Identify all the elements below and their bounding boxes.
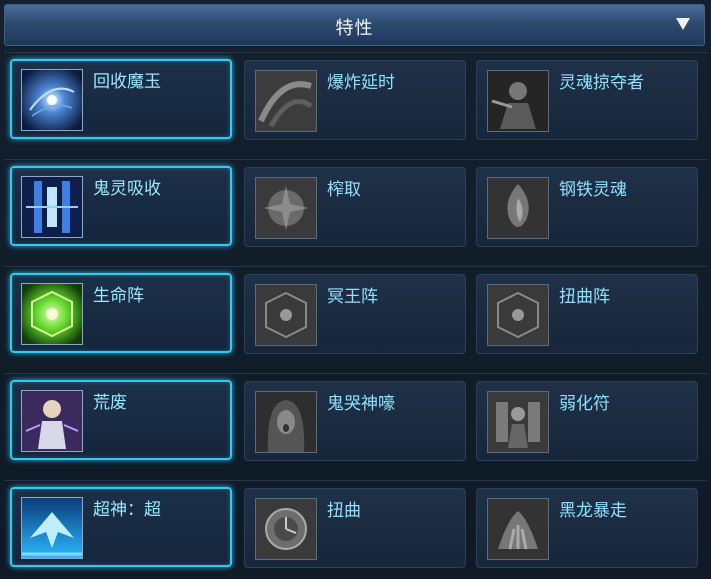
soul-pillars-icon [21, 176, 83, 238]
trait-card-super-god[interactable]: 超神：超 [10, 487, 232, 567]
trait-label: 生命阵 [93, 286, 144, 306]
trait-card-life-circle[interactable]: 生命阵 [10, 273, 232, 353]
trait-card-weeping-ghost[interactable]: 鬼哭神嚎 [244, 381, 466, 461]
spirit-flame-icon [487, 177, 549, 239]
trait-label: 超神：超 [93, 500, 161, 520]
weakening-seal-icon [487, 391, 549, 453]
energy-burst-icon [255, 177, 317, 239]
dragon-claw-icon [487, 498, 549, 560]
trait-label: 扭曲 [327, 501, 361, 521]
trait-row-4: 荒废 鬼哭神嚎 弱化符 [4, 373, 707, 468]
trait-card-weakening-seal[interactable]: 弱化符 [476, 381, 698, 461]
life-circle-icon [21, 283, 83, 345]
trait-card-extract[interactable]: 榨取 [244, 167, 466, 247]
trait-label: 扭曲阵 [559, 287, 610, 307]
trait-label: 黑龙暴走 [559, 501, 627, 521]
trait-label: 冥王阵 [327, 287, 378, 307]
trait-row-1: 回收魔玉 爆炸延时 灵魂掠夺者 [4, 52, 707, 147]
trait-panel: 特性 回收魔玉 爆炸延时 灵魂掠夺者 鬼灵吸收 榨取 钢铁灵魂 生命阵 冥王阵 … [0, 0, 711, 579]
trait-label: 鬼灵吸收 [93, 179, 161, 199]
trait-label: 爆炸延时 [327, 73, 395, 93]
trait-card-ghost-absorb[interactable]: 鬼灵吸收 [10, 166, 232, 246]
trait-label: 荒废 [93, 393, 127, 413]
trait-card-desolation[interactable]: 荒废 [10, 380, 232, 460]
trait-card-explosion-delay[interactable]: 爆炸延时 [244, 60, 466, 140]
galaxy-icon [21, 69, 83, 131]
clock-dial-icon [255, 498, 317, 560]
phoenix-icon [21, 497, 83, 559]
trait-card-twist[interactable]: 扭曲 [244, 488, 466, 568]
dropdown-title: 特性 [335, 18, 374, 39]
trait-label: 回收魔玉 [93, 72, 161, 92]
dropdown-arrow-icon[interactable] [676, 18, 690, 30]
trait-card-steel-soul[interactable]: 钢铁灵魂 [476, 167, 698, 247]
ninja-icon [487, 70, 549, 132]
trait-card-twist-circle[interactable]: 扭曲阵 [476, 274, 698, 354]
twist-circle-icon [487, 284, 549, 346]
trait-row-2: 鬼灵吸收 榨取 钢铁灵魂 [4, 159, 707, 254]
character-icon [21, 390, 83, 452]
swirl-icon [255, 70, 317, 132]
trait-label: 榨取 [327, 180, 361, 200]
trait-label: 鬼哭神嚎 [327, 394, 395, 414]
trait-card-pluto-circle[interactable]: 冥王阵 [244, 274, 466, 354]
trait-card-black-dragon[interactable]: 黑龙暴走 [476, 488, 698, 568]
trait-row-3: 生命阵 冥王阵 扭曲阵 [4, 266, 707, 361]
trait-card-soul-reaper[interactable]: 灵魂掠夺者 [476, 60, 698, 140]
trait-label: 灵魂掠夺者 [559, 73, 644, 93]
trait-dropdown[interactable]: 特性 [4, 4, 705, 46]
trait-card-recycle-jade[interactable]: 回收魔玉 [10, 59, 232, 139]
trait-row-5: 超神：超 扭曲 黑龙暴走 [4, 480, 707, 575]
pluto-circle-icon [255, 284, 317, 346]
trait-label: 钢铁灵魂 [559, 180, 627, 200]
weeping-ghost-icon [255, 391, 317, 453]
trait-label: 弱化符 [559, 394, 610, 414]
